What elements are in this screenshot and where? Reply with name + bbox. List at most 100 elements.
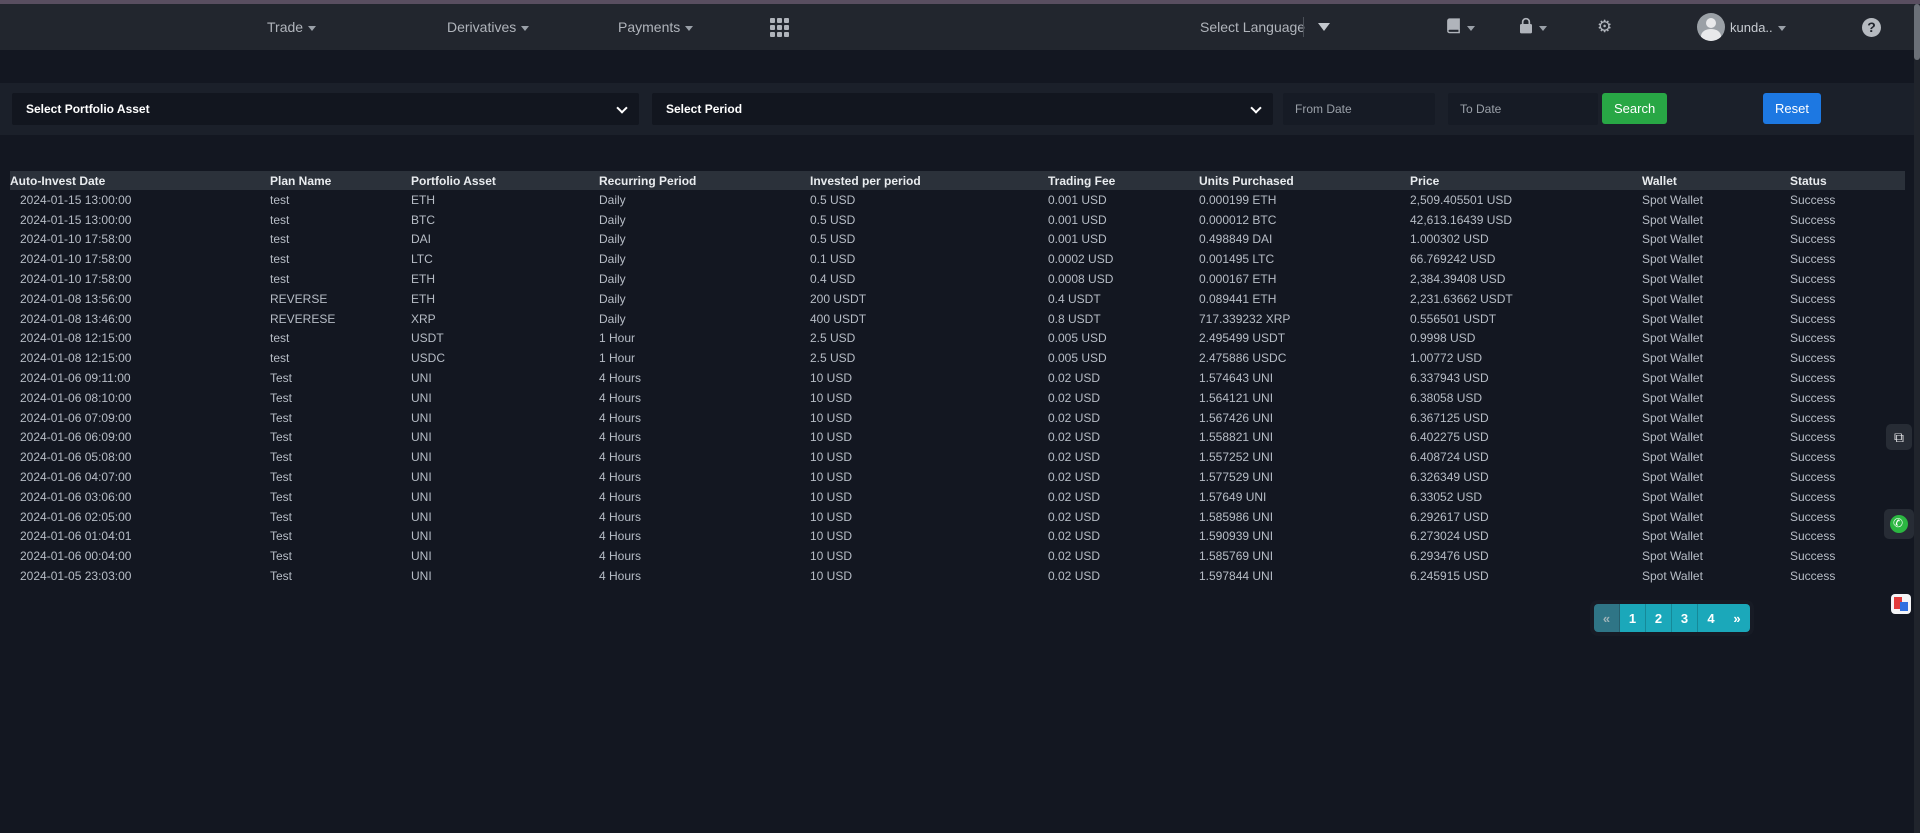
cell-trading-fee: 0.0002 USD <box>1048 252 1199 266</box>
cell-trading-fee: 0.8 USDT <box>1048 312 1199 326</box>
cell-invested-per-period: 0.5 USD <box>810 213 1048 227</box>
cell-units-purchased: 1.577529 UNI <box>1199 470 1410 484</box>
page-button[interactable]: 1 <box>1620 604 1646 632</box>
cell-plan-name: test <box>270 272 411 286</box>
cell-wallet: Spot Wallet <box>1642 450 1790 464</box>
cell-invested-per-period: 10 USD <box>810 430 1048 444</box>
cell-units-purchased: 1.557252 UNI <box>1199 450 1410 464</box>
cell-units-purchased: 1.567426 UNI <box>1199 411 1410 425</box>
auto-invest-history-table: Auto-Invest Date Plan Name Portfolio Ass… <box>10 171 1905 586</box>
search-button[interactable]: Search <box>1602 93 1667 124</box>
orders-menu-button[interactable] <box>1445 4 1475 50</box>
cell-price: 0.556501 USDT <box>1410 312 1642 326</box>
cell-wallet: Spot Wallet <box>1642 351 1790 365</box>
nav-menu-payments[interactable]: Payments <box>618 4 693 50</box>
cell-plan-name: Test <box>270 371 411 385</box>
share-widget-button[interactable]: ⧉ <box>1886 424 1912 450</box>
cell-units-purchased: 0.000167 ETH <box>1199 272 1410 286</box>
cell-status: Success <box>1790 549 1905 563</box>
help-button[interactable]: ? <box>1862 4 1881 50</box>
cell-invested-per-period: 10 USD <box>810 411 1048 425</box>
whatsapp-widget-button[interactable] <box>1884 509 1914 539</box>
column-header: Units Purchased <box>1199 174 1410 188</box>
user-account-menu[interactable]: kunda.. <box>1697 4 1786 50</box>
cell-invested-per-period: 10 USD <box>810 529 1048 543</box>
language-selector[interactable]: Select Language <box>1200 4 1305 50</box>
pagination-prev[interactable]: « <box>1594 604 1620 632</box>
cell-invested-per-period: 10 USD <box>810 391 1048 405</box>
chevron-down-icon <box>616 102 627 113</box>
cell-trading-fee: 0.005 USD <box>1048 331 1199 345</box>
cell-auto-invest-date: 2024-01-06 06:09:00 <box>10 430 270 444</box>
to-date-input[interactable] <box>1448 93 1598 125</box>
column-header: Price <box>1410 174 1642 188</box>
cell-wallet: Spot Wallet <box>1642 470 1790 484</box>
scrollbar-thumb[interactable] <box>1914 4 1920 60</box>
cell-plan-name: test <box>270 331 411 345</box>
language-dropdown-button[interactable] <box>1318 4 1330 50</box>
cell-plan-name: Test <box>270 490 411 504</box>
cell-plan-name: Test <box>270 569 411 583</box>
cell-recurring-period: 4 Hours <box>599 510 810 524</box>
cell-price: 6.326349 USD <box>1410 470 1642 484</box>
scrollbar-track[interactable] <box>1914 4 1920 833</box>
column-header: Wallet <box>1642 174 1790 188</box>
cell-status: Success <box>1790 371 1905 385</box>
cell-wallet: Spot Wallet <box>1642 312 1790 326</box>
chevron-down-icon <box>521 26 529 31</box>
reset-button[interactable]: Reset <box>1763 93 1821 124</box>
cell-auto-invest-date: 2024-01-08 13:46:00 <box>10 312 270 326</box>
cell-auto-invest-date: 2024-01-06 07:09:00 <box>10 411 270 425</box>
cell-wallet: Spot Wallet <box>1642 391 1790 405</box>
cell-price: 6.293476 USD <box>1410 549 1642 563</box>
chevron-down-icon <box>1467 26 1475 31</box>
cell-invested-per-period: 10 USD <box>810 450 1048 464</box>
cell-units-purchased: 1.564121 UNI <box>1199 391 1410 405</box>
cell-portfolio-asset: USDC <box>411 351 599 365</box>
external-link-icon: ⧉ <box>1894 429 1904 446</box>
page-button[interactable]: 2 <box>1646 604 1672 632</box>
chevron-down-icon <box>1250 102 1261 113</box>
nav-menu-derivatives[interactable]: Derivatives <box>447 4 529 50</box>
cell-trading-fee: 0.02 USD <box>1048 549 1199 563</box>
cell-recurring-period: 4 Hours <box>599 450 810 464</box>
cell-invested-per-period: 0.5 USD <box>810 232 1048 246</box>
cell-recurring-period: 4 Hours <box>599 549 810 563</box>
cell-status: Success <box>1790 411 1905 425</box>
table-body: 2024-01-15 13:00:00 test ETH Daily 0.5 U… <box>10 190 1905 586</box>
cell-plan-name: test <box>270 213 411 227</box>
cell-plan-name: test <box>270 193 411 207</box>
cell-plan-name: Test <box>270 470 411 484</box>
column-header: Status <box>1790 174 1905 188</box>
page-button[interactable]: 4 <box>1698 604 1724 632</box>
cell-wallet: Spot Wallet <box>1642 272 1790 286</box>
lock-icon <box>1518 17 1534 38</box>
page-button[interactable]: 3 <box>1672 604 1698 632</box>
cell-price: 0.9998 USD <box>1410 331 1642 345</box>
cell-recurring-period: 4 Hours <box>599 411 810 425</box>
nav-menu-trade[interactable]: Trade <box>267 4 316 50</box>
cell-units-purchased: 1.57649 UNI <box>1199 490 1410 504</box>
cell-auto-invest-date: 2024-01-08 12:15:00 <box>10 331 270 345</box>
chat-widget-button[interactable] <box>1889 592 1913 616</box>
pagination-next[interactable]: » <box>1724 604 1750 632</box>
language-selector-label: Select Language <box>1200 19 1305 35</box>
nav-divider <box>1303 17 1304 37</box>
period-select[interactable]: Select Period <box>652 93 1273 125</box>
from-date-input[interactable] <box>1283 93 1435 125</box>
table-row: 2024-01-06 09:11:00 Test UNI 4 Hours 10 … <box>10 368 1905 388</box>
table-row: 2024-01-05 23:03:00 Test UNI 4 Hours 10 … <box>10 566 1905 586</box>
cell-status: Success <box>1790 331 1905 345</box>
security-menu-button[interactable] <box>1518 4 1547 50</box>
portfolio-asset-select[interactable]: Select Portfolio Asset <box>12 93 639 125</box>
filter-bar: Select Portfolio Asset Select Period Sea… <box>0 83 1920 135</box>
settings-button[interactable]: ⚙ <box>1597 4 1612 50</box>
cell-recurring-period: 4 Hours <box>599 470 810 484</box>
cell-recurring-period: 4 Hours <box>599 391 810 405</box>
cell-status: Success <box>1790 213 1905 227</box>
cell-portfolio-asset: ETH <box>411 193 599 207</box>
top-nav: Trade Derivatives Payments Select Langua… <box>0 4 1920 50</box>
apps-grid-button[interactable] <box>770 4 789 50</box>
cell-units-purchased: 1.597844 UNI <box>1199 569 1410 583</box>
cell-portfolio-asset: ETH <box>411 272 599 286</box>
